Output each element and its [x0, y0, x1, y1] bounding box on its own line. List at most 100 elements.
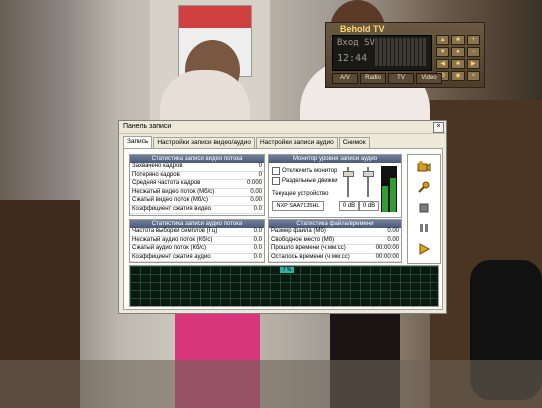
table-row: Средняя частота кадров 0.000 — [130, 180, 264, 189]
tab-audio-settings[interactable]: Настройки записи аудио — [255, 137, 338, 148]
monitor-header: Монитор уровня записи аудио — [269, 155, 401, 163]
table-row: Потеряно кадров 0 — [130, 171, 264, 180]
microphone-icon[interactable] — [417, 181, 431, 193]
left-db-readout: 0 dB — [339, 201, 359, 211]
tv-mode-buttons: A/V Radio TV Video — [332, 73, 442, 84]
left-level-slider[interactable] — [343, 167, 354, 197]
close-icon[interactable]: × — [466, 71, 480, 81]
table-row: Коэффициент сжатия аудио 0.0 — [130, 253, 264, 262]
table-row: Сжатый видео поток (Мб/с) 0.00 — [130, 197, 264, 206]
slider-thumb[interactable] — [363, 171, 374, 177]
row-label: Размер файла (Мб) — [271, 228, 326, 234]
next-icon[interactable]: ▶ — [466, 59, 480, 69]
row-label: Коэффициент сжатия видео — [132, 205, 211, 212]
tab-video-audio-settings[interactable]: Настройки записи видео/аудио — [153, 137, 255, 148]
row-label: Захвачено кадров — [132, 163, 183, 169]
row-value: 0 — [258, 171, 262, 178]
row-label: Осталось времени (ч:мм:сс) — [271, 253, 350, 260]
record-icon[interactable]: ● — [451, 47, 465, 57]
device-name-field: NXP SAA7135HL — [272, 201, 324, 211]
volume-down-icon[interactable]: − — [466, 47, 480, 57]
tv-keypad: ▲ ■ + ▼ ● − ◀ ■ ▶ ⚙ ◉ × — [436, 35, 480, 81]
right-db-readout: 0 dB — [359, 201, 379, 211]
prev-icon[interactable]: ◀ — [436, 59, 450, 69]
video-button[interactable]: Video — [416, 73, 442, 84]
row-value: 0.00 — [387, 236, 399, 243]
row-value: 0.0 — [253, 205, 262, 212]
radio-button[interactable]: Radio — [360, 73, 386, 84]
file-stats-group: Статистика файла/времени Размер файла (М… — [268, 219, 402, 263]
row-value: 0.0 — [253, 228, 262, 234]
close-button[interactable]: × — [433, 122, 444, 133]
table-row: Частота выборки семплов (Гц) 0.0 — [130, 228, 264, 237]
buffer-percent-label: 7 % — [280, 267, 294, 273]
table-row: Размер файла (Мб) 0.00 — [269, 228, 401, 237]
play-icon[interactable] — [417, 243, 431, 255]
audio-stats-group: Статистика записи аудио потока Частота в… — [129, 219, 265, 263]
stop-icon[interactable] — [417, 202, 431, 214]
tab-snapshot[interactable]: Снимок — [338, 137, 370, 148]
table-row: Несжатый видео поток (Мб/с) 0.00 — [130, 189, 264, 197]
pause-icon[interactable] — [417, 222, 431, 234]
av-button[interactable]: A/V — [332, 73, 358, 84]
channel-down-icon[interactable]: ▼ — [436, 47, 450, 57]
separate-sliders-checkbox[interactable]: Раздельные движки — [272, 177, 338, 185]
device-caption: Текущее устройство — [272, 191, 329, 197]
row-value: 0.0 — [253, 245, 262, 251]
camera-icon[interactable] — [417, 161, 431, 173]
mute-icon[interactable]: ■ — [451, 35, 465, 45]
mute-monitor-checkbox[interactable]: Отключить монитор — [272, 167, 337, 175]
video-stats-group: Статистика записи видео потока Захвачено… — [129, 154, 265, 216]
row-label: Свободное место (Мб) — [271, 236, 335, 243]
row-value: 0.0 — [253, 253, 262, 260]
row-value: 00:00:00 — [375, 245, 399, 251]
volume-up-icon[interactable]: + — [466, 35, 480, 45]
floor — [0, 360, 542, 408]
audio-monitor-group: Монитор уровня записи аудио Отключить мо… — [268, 154, 402, 218]
tab-record[interactable]: Запись — [123, 136, 153, 148]
row-value: 0.0 — [253, 236, 262, 243]
tv-lcd-display: Вход SVideo 12:44 — [332, 35, 432, 71]
row-label: Средняя частота кадров — [132, 180, 201, 186]
tv-button[interactable]: TV — [388, 73, 414, 84]
row-label: Несжатый аудио поток (Кб/с) — [132, 236, 213, 243]
dialog-titlebar: Панель записи × — [119, 121, 446, 134]
mute-monitor-label: Отключить монитор — [282, 168, 338, 174]
recording-panel-dialog: Панель записи × Запись Настройки записи … — [118, 120, 447, 314]
record-tools — [407, 154, 441, 264]
slider-thumb[interactable] — [343, 171, 354, 177]
lcd-clock: 12:44 — [337, 53, 368, 64]
buffer-level-graph: 7 % — [129, 265, 439, 307]
table-row: Свободное место (Мб) 0.00 — [269, 236, 401, 245]
table-row: Коэффициент сжатия видео 0.0 — [130, 205, 264, 214]
row-label: Сжатый аудио поток (Кб/с) — [132, 245, 207, 251]
checkbox-box[interactable] — [272, 177, 280, 185]
checkbox-box[interactable] — [272, 167, 280, 175]
audio-stats-header: Статистика записи аудио потока — [130, 220, 264, 228]
row-value: 0.00 — [250, 197, 262, 203]
lcd-level-bars — [375, 38, 427, 66]
row-label: Частота выборки семплов (Гц) — [132, 228, 218, 234]
row-value: 0.000 — [246, 180, 262, 186]
snapshot-icon[interactable]: ◉ — [451, 71, 465, 81]
stop-icon[interactable]: ■ — [451, 59, 465, 69]
vu-bar-right — [390, 178, 396, 212]
row-value: 0.00 — [387, 228, 399, 234]
channel-up-icon[interactable]: ▲ — [436, 35, 450, 45]
behold-logo: Behold TV — [340, 24, 385, 34]
vu-bar-left — [382, 186, 388, 212]
table-row: Осталось времени (ч:мм:сс) 00:00:00 — [269, 253, 401, 262]
separate-sliders-label: Раздельные движки — [282, 178, 338, 184]
right-level-slider[interactable] — [363, 167, 374, 197]
record-tab-pane: Статистика записи видео потока Захвачено… — [123, 148, 443, 310]
table-row: Несжатый аудио поток (Кб/с) 0.0 — [130, 236, 264, 245]
table-row: Прошло времени (ч:мм:сс) 00:00:00 — [269, 245, 401, 254]
behold-tv-panel: Behold TV Вход SVideo 12:44 ▲ ■ + ▼ ● − … — [325, 22, 485, 88]
row-label: Прошло времени (ч:мм:сс) — [271, 245, 346, 251]
row-label: Сжатый видео поток (Мб/с) — [132, 197, 209, 203]
table-row: Захвачено кадров 0 — [130, 163, 264, 172]
table-row: Сжатый аудио поток (Кб/с) 0.0 — [130, 245, 264, 254]
row-value: 00:00:00 — [375, 253, 399, 260]
video-stats-header: Статистика записи видео потока — [130, 155, 264, 163]
vu-meter — [381, 166, 397, 212]
